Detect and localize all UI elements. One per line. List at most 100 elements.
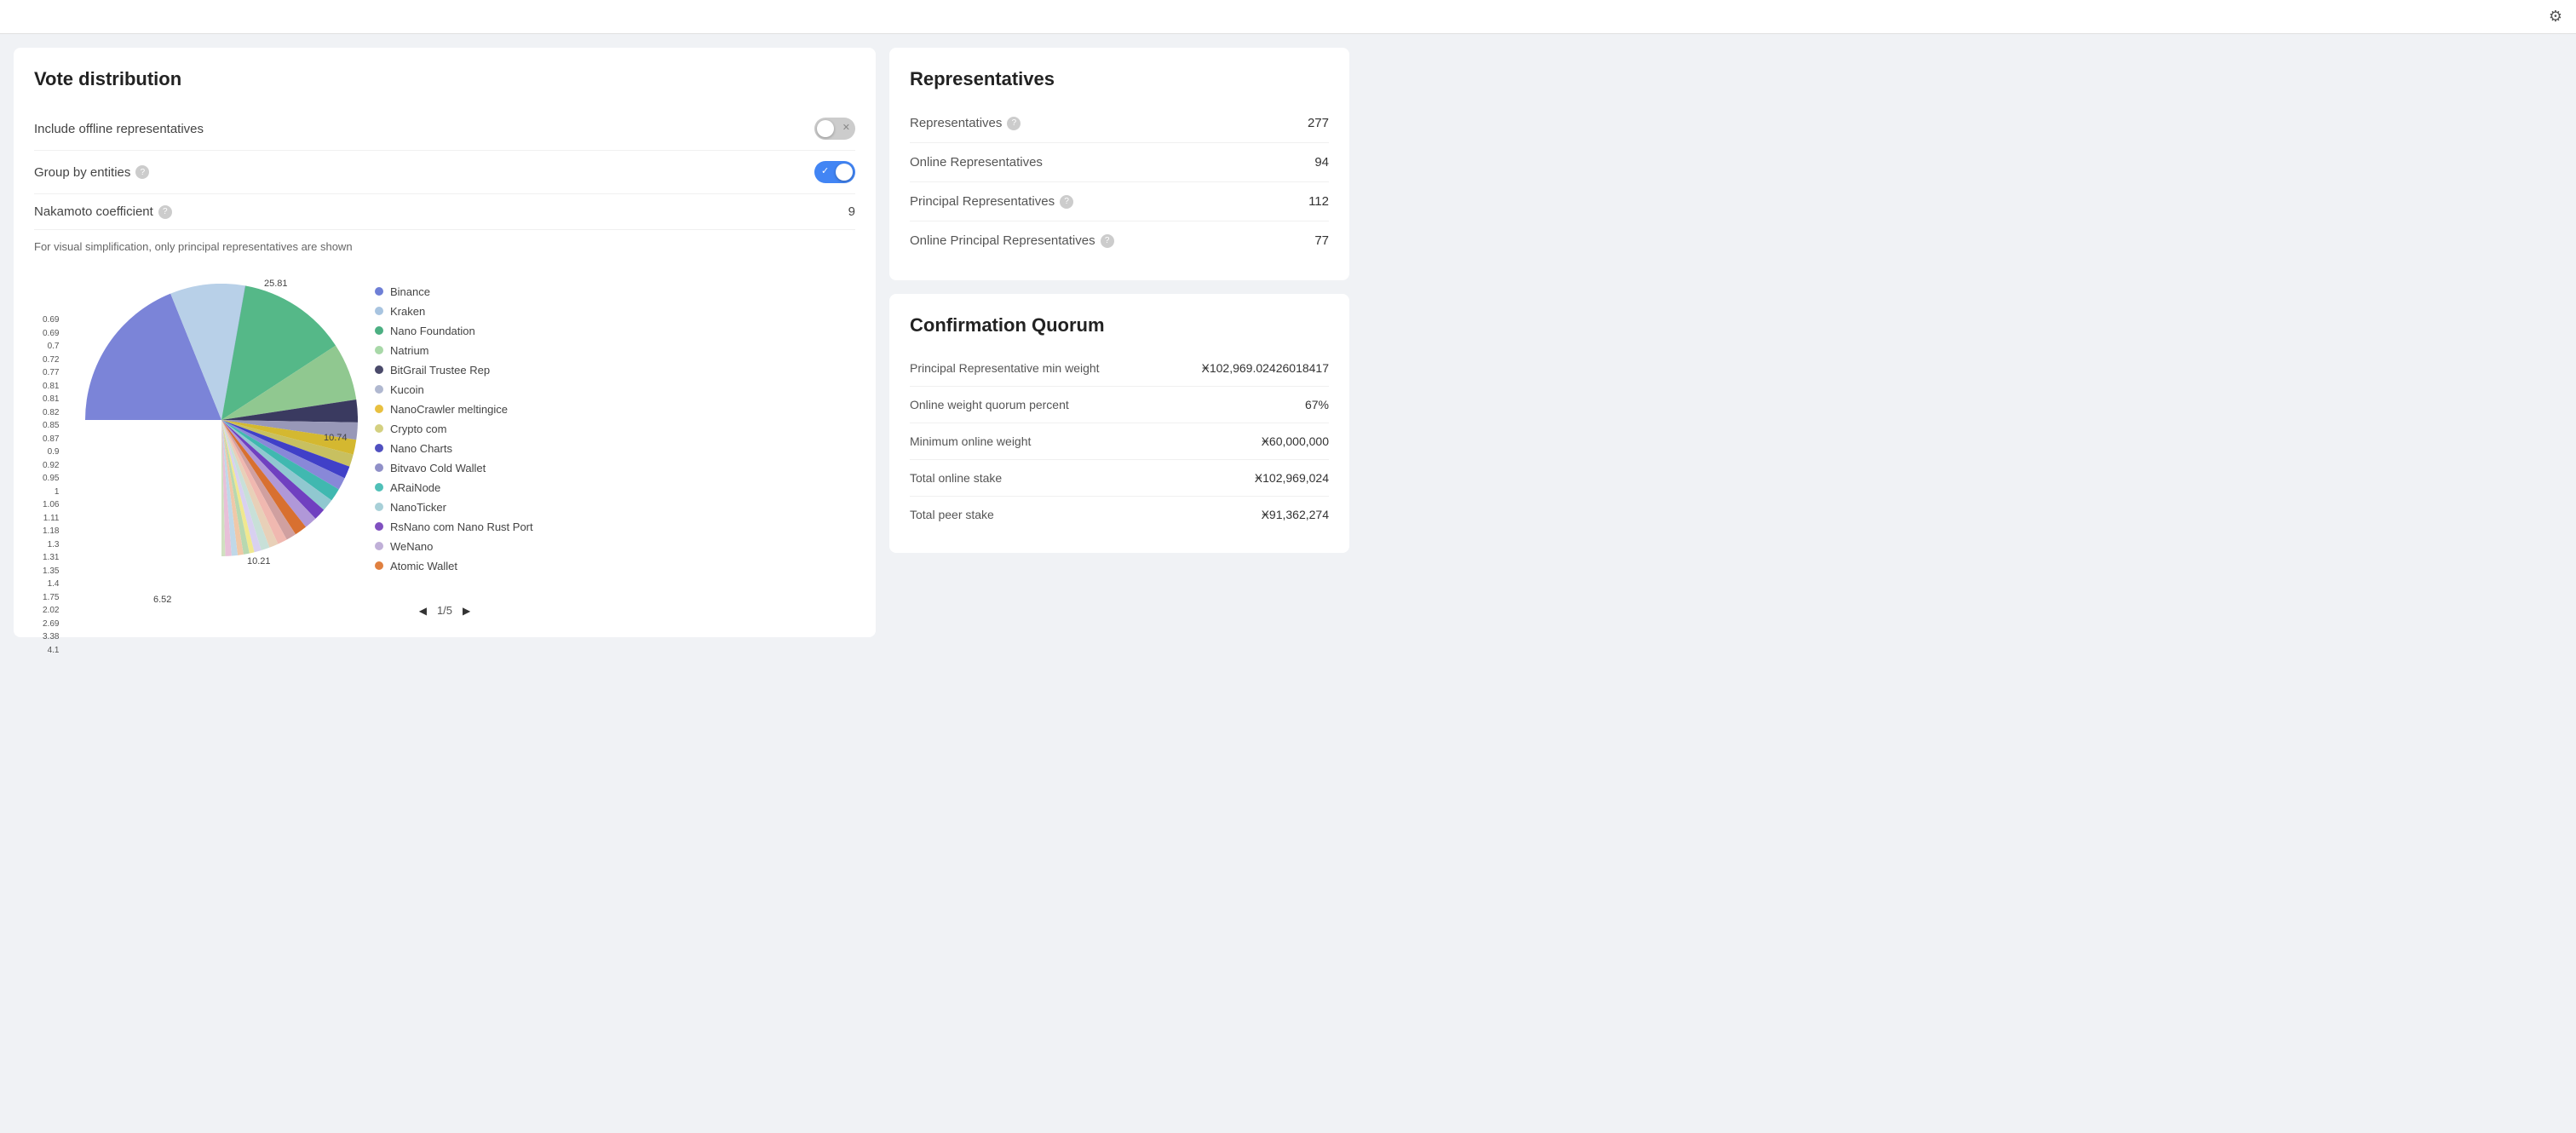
group-toggle-switch[interactable]: ✓ [814,161,855,183]
legend-item: Atomic Wallet [375,560,855,572]
legend-dot [375,287,383,296]
nakamoto-help-icon[interactable]: ? [158,205,172,219]
vote-distribution-title: Vote distribution [34,68,855,90]
offline-toggle-switch[interactable]: ✕ [814,118,855,140]
next-page-button[interactable]: ▶ [463,605,470,617]
pie-chart-container: 0.69 0.69 0.7 0.72 0.77 0.81 0.81 0.82 0… [34,267,358,590]
legend-label: Kucoin [390,383,424,396]
legend-dot [375,326,383,335]
legend-item: Crypto com [375,423,855,435]
legend-item: WeNano [375,540,855,553]
legend-dot [375,424,383,433]
offline-toggle-row: Include offline representatives ✕ [34,107,855,151]
stat-value: 112 [1308,194,1329,209]
quorum-label: Principal Representative min weight [910,361,1100,375]
quorum-label: Total peer stake [910,508,994,521]
main-content: Vote distribution Include offline repres… [0,34,1363,651]
pie-label-652: 6.52 [153,595,171,605]
legend-item: RsNano com Nano Rust Port [375,520,855,533]
stat-row: Representatives? 277 [910,104,1329,143]
legend-label: Nano Charts [390,442,452,455]
legend-dot [375,346,383,354]
gear-icon[interactable]: ⚙ [2549,8,2562,26]
stat-label: Online Principal Representatives? [910,233,1114,248]
stat-help-icon[interactable]: ? [1007,117,1021,130]
chart-area: 0.69 0.69 0.7 0.72 0.77 0.81 0.81 0.82 0… [34,267,855,590]
group-help-icon[interactable]: ? [135,165,149,179]
stat-label: Representatives? [910,116,1021,130]
nakamoto-value: 9 [848,204,855,219]
legend-label: Bitvavo Cold Wallet [390,462,486,474]
stat-row: Principal Representatives? 112 [910,182,1329,221]
quorum-row: Total peer stake Ӿ91,362,274 [910,497,1329,532]
legend-label: Atomic Wallet [390,560,457,572]
legend-dot [375,405,383,413]
legend-dot [375,542,383,550]
legend-label: RsNano com Nano Rust Port [390,520,533,533]
legend-dot [375,444,383,452]
representatives-title: Representatives [910,68,1329,90]
quorum-label: Minimum online weight [910,434,1031,448]
pie-label-1021: 10.21 [247,556,271,566]
legend-item: Kucoin [375,383,855,396]
stat-row: Online Principal Representatives? 77 [910,221,1329,260]
legend-item: Natrium [375,344,855,357]
stats-container: Representatives? 277 Online Representati… [910,104,1329,260]
quorum-title: Confirmation Quorum [910,314,1329,336]
stat-label: Principal Representatives? [910,194,1073,209]
quorum-label: Online weight quorum percent [910,398,1069,411]
legend-dot [375,522,383,531]
stat-row: Online Representatives 94 [910,143,1329,182]
quorum-row: Principal Representative min weight Ӿ102… [910,350,1329,387]
simplification-note: For visual simplification, only principa… [34,240,855,253]
legend-label: NanoCrawler meltingice [390,403,508,416]
nakamoto-label: Nakamoto coefficient ? [34,204,172,219]
pie-labels-left: 0.69 0.69 0.7 0.72 0.77 0.81 0.81 0.82 0… [43,313,59,657]
group-toggle-thumb [836,164,853,181]
legend-dot [375,307,383,315]
group-toggle-check: ✓ [821,165,829,176]
legend-item: Nano Charts [375,442,855,455]
quorum-value: Ӿ102,969,024 [1255,471,1329,485]
legend-dot [375,463,383,472]
legend-dot [375,385,383,394]
quorum-row: Online weight quorum percent 67% [910,387,1329,423]
quorum-value: Ӿ60,000,000 [1262,434,1329,448]
group-toggle-label: Group by entities ? [34,165,149,180]
offline-toggle-label: Include offline representatives [34,122,204,136]
left-panel: Vote distribution Include offline repres… [14,48,876,637]
offline-toggle-thumb [817,120,834,137]
legend-dot [375,561,383,570]
legend-area: Binance Kraken Nano Foundation Natrium BitGr… [375,285,855,572]
legend-item: NanoTicker [375,501,855,514]
quorum-row: Total online stake Ӿ102,969,024 [910,460,1329,497]
legend-label: NanoTicker [390,501,446,514]
prev-page-button[interactable]: ◀ [419,605,427,617]
representatives-card: Representatives Representatives? 277 Onl… [889,48,1349,280]
nakamoto-row: Nakamoto coefficient ? 9 [34,194,855,230]
legend-dot [375,365,383,374]
legend-item: Binance [375,285,855,298]
legend-label: Nano Foundation [390,325,475,337]
legend-item: ARaiNode [375,481,855,494]
quorum-value: 67% [1305,398,1329,411]
top-bar: ⚙ [0,0,2576,34]
quorum-value: Ӿ91,362,274 [1262,508,1329,521]
legend-item: Kraken [375,305,855,318]
stat-label: Online Representatives [910,155,1043,170]
stat-help-icon[interactable]: ? [1101,234,1114,248]
legend-label: Kraken [390,305,425,318]
legend-label: BitGrail Trustee Rep [390,364,490,377]
legend-dot [375,503,383,511]
legend-item: NanoCrawler meltingice [375,403,855,416]
legend-label: WeNano [390,540,433,553]
quorum-container: Principal Representative min weight Ӿ102… [910,350,1329,532]
legend-item: Nano Foundation [375,325,855,337]
quorum-value: Ӿ102,969.02426018417 [1202,361,1329,375]
group-toggle-row: Group by entities ? ✓ [34,151,855,194]
pie-label-1074: 10.74 [324,433,348,443]
stat-help-icon[interactable]: ? [1060,195,1073,209]
legend-item: Bitvavo Cold Wallet [375,462,855,474]
legend-label: Crypto com [390,423,446,435]
stat-value: 277 [1308,116,1329,130]
